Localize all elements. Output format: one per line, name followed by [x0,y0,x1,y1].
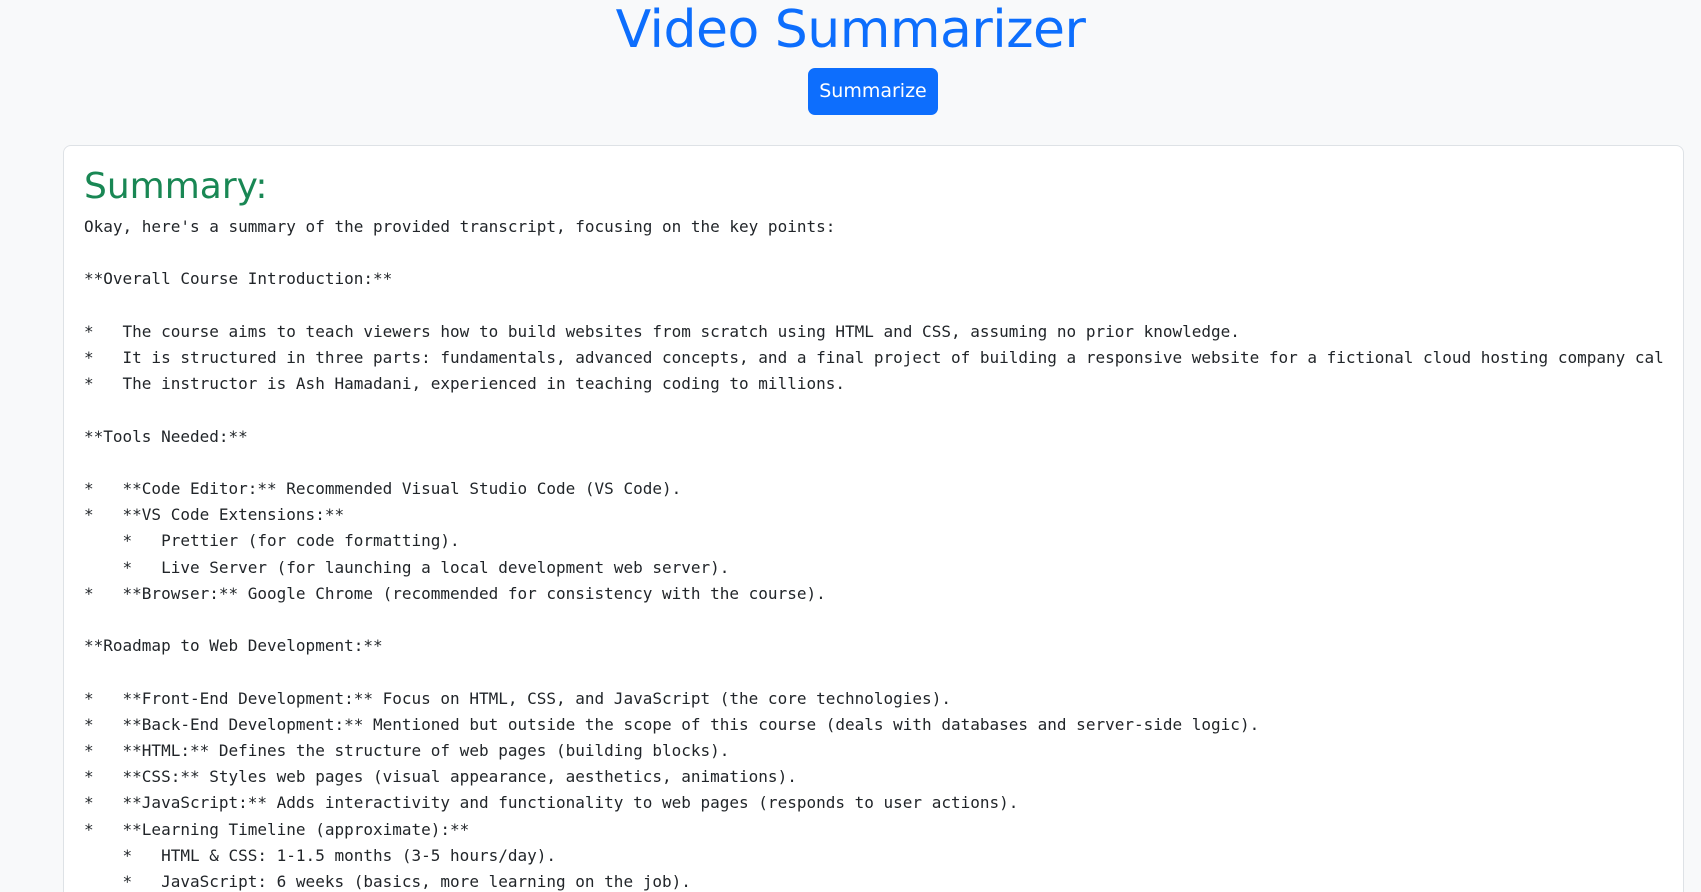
summary-text: Okay, here's a summary of the provided t… [84,217,1664,892]
summarize-button[interactable]: Summarize [808,68,938,115]
summary-heading: Summary: [84,166,268,207]
app-title: Video Summarizer [615,0,1086,60]
summary-card: Summary: Okay, here's a summary of the p… [63,145,1684,892]
